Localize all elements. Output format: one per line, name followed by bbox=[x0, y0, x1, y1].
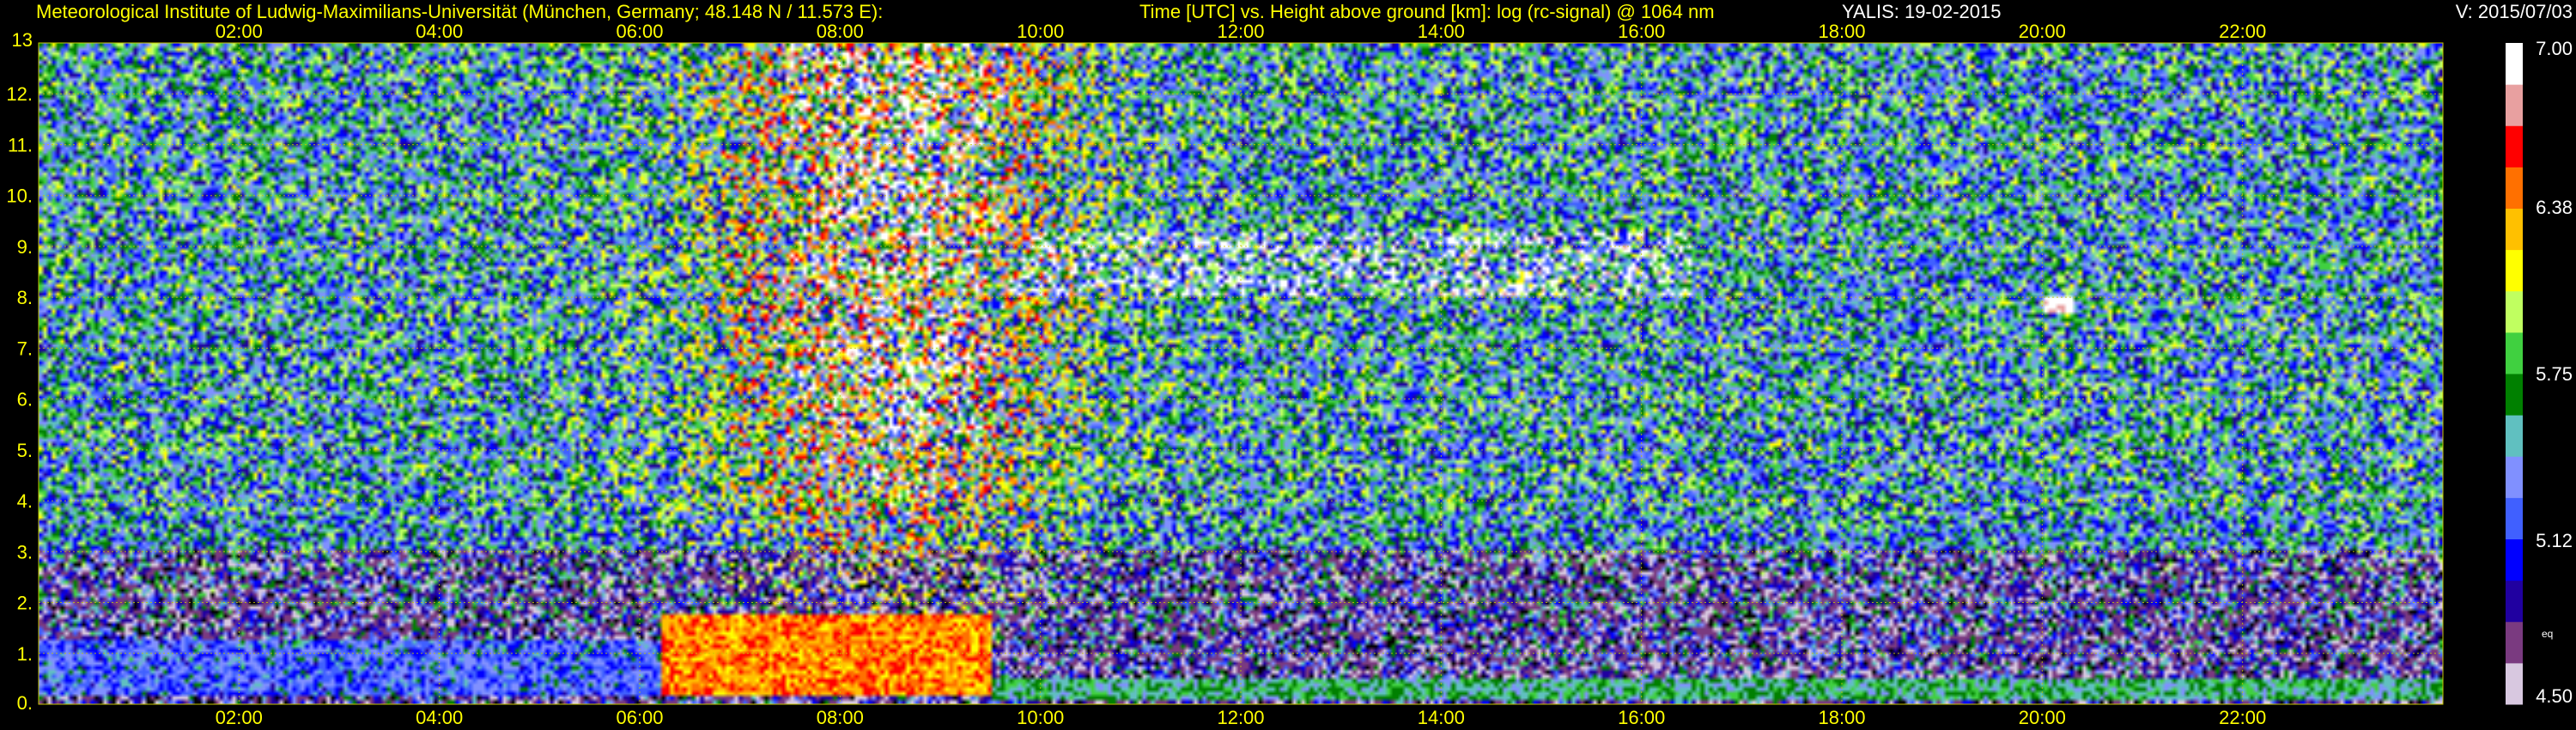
x-tick-label-bottom: 20:00 bbox=[2019, 707, 2066, 728]
x-tick-label-bottom: 12:00 bbox=[1217, 707, 1264, 728]
y-tick-label: 8. bbox=[17, 287, 33, 308]
x-tick-label-bottom: 02:00 bbox=[216, 707, 263, 728]
colorbar-segment bbox=[2506, 208, 2523, 251]
colorbar-segment bbox=[2506, 456, 2523, 498]
x-tick-label-top: 20:00 bbox=[2019, 21, 2066, 42]
y-tick-label: 12. bbox=[6, 83, 33, 105]
header-institute: Meteorological Institute of Ludwig-Maxim… bbox=[36, 1, 883, 22]
x-tick-label-top: 04:00 bbox=[416, 21, 463, 42]
colorbar-segment bbox=[2506, 84, 2523, 126]
y-tick-label: 0. bbox=[17, 692, 33, 714]
colorbar-segment bbox=[2506, 167, 2523, 209]
header-axes-description: Time [UTC] vs. Height above ground [km]:… bbox=[1139, 1, 1715, 22]
colorbar-segment bbox=[2506, 43, 2523, 85]
colorbar-tick-label: 5.75 bbox=[2536, 363, 2573, 385]
colorbar-segment bbox=[2506, 662, 2523, 705]
x-tick-label-bottom: 06:00 bbox=[616, 707, 663, 728]
colorbar bbox=[2506, 43, 2523, 705]
y-tick-label: 11. bbox=[8, 134, 33, 155]
colorbar-segment bbox=[2506, 374, 2523, 416]
colorbar-segment bbox=[2506, 538, 2523, 581]
colorbar-unit-label: eq bbox=[2542, 628, 2553, 640]
header-version: V: 2015/07/03 bbox=[2456, 1, 2573, 22]
x-tick-label-bottom: 14:00 bbox=[1418, 707, 1465, 728]
colorbar-segment bbox=[2506, 125, 2523, 167]
colorbar-segment bbox=[2506, 621, 2523, 664]
colorbar-tick-label: 7.00 bbox=[2536, 38, 2573, 59]
colorbar-segment bbox=[2506, 580, 2523, 623]
y-tick-label: 2. bbox=[17, 593, 33, 614]
x-tick-label-bottom: 16:00 bbox=[1618, 707, 1665, 728]
x-tick-label-bottom: 08:00 bbox=[817, 707, 864, 728]
colorbar-tick-label: 6.38 bbox=[2536, 197, 2573, 218]
y-tick-label: 7. bbox=[17, 338, 33, 359]
x-tick-label-top: 02:00 bbox=[216, 21, 263, 42]
y-tick-label: 10. bbox=[6, 186, 33, 207]
colorbar-tick-label: 5.12 bbox=[2536, 530, 2573, 551]
x-tick-label-top: 06:00 bbox=[616, 21, 663, 42]
x-tick-label-top: 16:00 bbox=[1618, 21, 1665, 42]
colorbar-segment bbox=[2506, 332, 2523, 374]
x-tick-label-top: 14:00 bbox=[1418, 21, 1465, 42]
x-tick-label-bottom: 10:00 bbox=[1017, 707, 1064, 728]
y-tick-label: 4. bbox=[17, 490, 33, 512]
x-tick-label-top: 10:00 bbox=[1017, 21, 1064, 42]
x-tick-label-top: 18:00 bbox=[1818, 21, 1865, 42]
lidar-chart: Meteorological Institute of Ludwig-Maxim… bbox=[0, 0, 2576, 730]
y-tick-label: 9. bbox=[17, 236, 33, 258]
colorbar-tick-label: 4.50 bbox=[2536, 685, 2573, 707]
header-instrument-date: YALIS: 19-02-2015 bbox=[1842, 1, 2002, 22]
x-tick-label-top: 22:00 bbox=[2219, 21, 2266, 42]
x-tick-label-bottom: 18:00 bbox=[1818, 707, 1865, 728]
colorbar-segment bbox=[2506, 249, 2523, 292]
x-tick-label-top: 08:00 bbox=[817, 21, 864, 42]
y-tick-label: 6. bbox=[17, 389, 33, 411]
x-tick-label-bottom: 22:00 bbox=[2219, 707, 2266, 728]
colorbar-segment bbox=[2506, 415, 2523, 457]
y-tick-label: 13 bbox=[12, 29, 33, 51]
y-tick-label: 1. bbox=[17, 643, 33, 665]
y-tick-label: 5. bbox=[17, 440, 33, 461]
colorbar-segment bbox=[2506, 497, 2523, 539]
colorbar-segment bbox=[2506, 290, 2523, 333]
x-tick-label-top: 12:00 bbox=[1217, 21, 1264, 42]
y-tick-label: 3. bbox=[17, 541, 33, 563]
x-tick-label-bottom: 04:00 bbox=[416, 707, 463, 728]
